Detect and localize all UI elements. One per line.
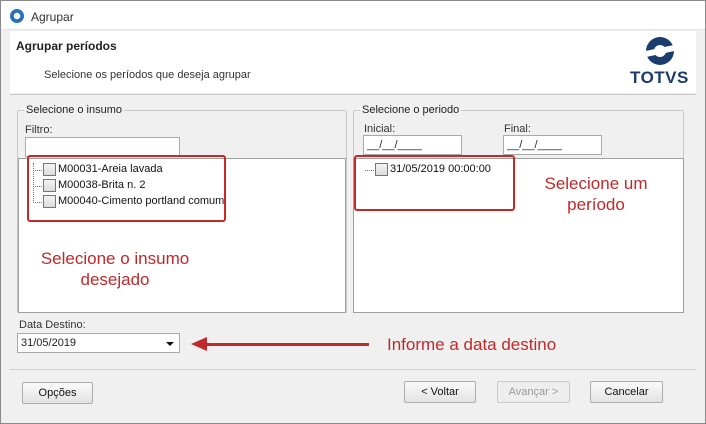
insumo-group-label: Selecione o insumo	[24, 104, 125, 116]
app-icon	[10, 9, 24, 23]
inicial-label: Inicial:	[364, 123, 396, 135]
filter-label: Filtro:	[25, 124, 53, 136]
agrupar-dialog: Agrupar Agrupar períodos Selecione os pe…	[0, 0, 706, 424]
filter-input[interactable]	[25, 137, 180, 157]
final-date-input[interactable]	[503, 135, 602, 155]
title-bar: Agrupar	[1, 1, 705, 30]
voltar-button[interactable]: < Voltar	[404, 381, 476, 403]
opcoes-button[interactable]: Opções	[22, 382, 93, 404]
final-label: Final:	[504, 123, 531, 135]
destino-annotation: Informe a data destino	[387, 335, 557, 354]
periodo-annotation: Selecione um período	[544, 174, 648, 214]
totvs-logo: TOTVS	[628, 37, 692, 89]
inicial-date-input[interactable]	[363, 135, 462, 155]
page-subtitle: Selecione os períodos que deseja agrupar	[44, 69, 251, 81]
insumo-annotation: Selecione o insumo desejado	[40, 249, 190, 289]
window-title: Agrupar	[31, 10, 74, 24]
totvs-logo-icon	[646, 37, 674, 65]
page-title: Agrupar períodos	[16, 39, 117, 53]
header-divider	[10, 94, 696, 95]
data-destino-value: 31/05/2019	[21, 337, 77, 349]
arrow-shaft	[205, 343, 369, 346]
cancelar-button[interactable]: Cancelar	[590, 381, 663, 403]
chevron-down-icon[interactable]	[166, 342, 174, 346]
wizard-header: Agrupar períodos Selecione os períodos q…	[10, 31, 696, 93]
insumo-highlight-box	[27, 155, 226, 222]
totvs-logo-text: TOTVS	[630, 68, 689, 87]
data-destino-label: Data Destino:	[19, 319, 86, 331]
data-destino-select[interactable]: 31/05/2019	[17, 333, 180, 353]
avancar-button[interactable]: Avançar >	[497, 381, 570, 403]
wizard-footer: Opções < Voltar Avançar > Cancelar	[10, 369, 696, 415]
periodo-group-label: Selecione o periodo	[360, 104, 462, 116]
periodo-highlight-box	[354, 155, 515, 211]
